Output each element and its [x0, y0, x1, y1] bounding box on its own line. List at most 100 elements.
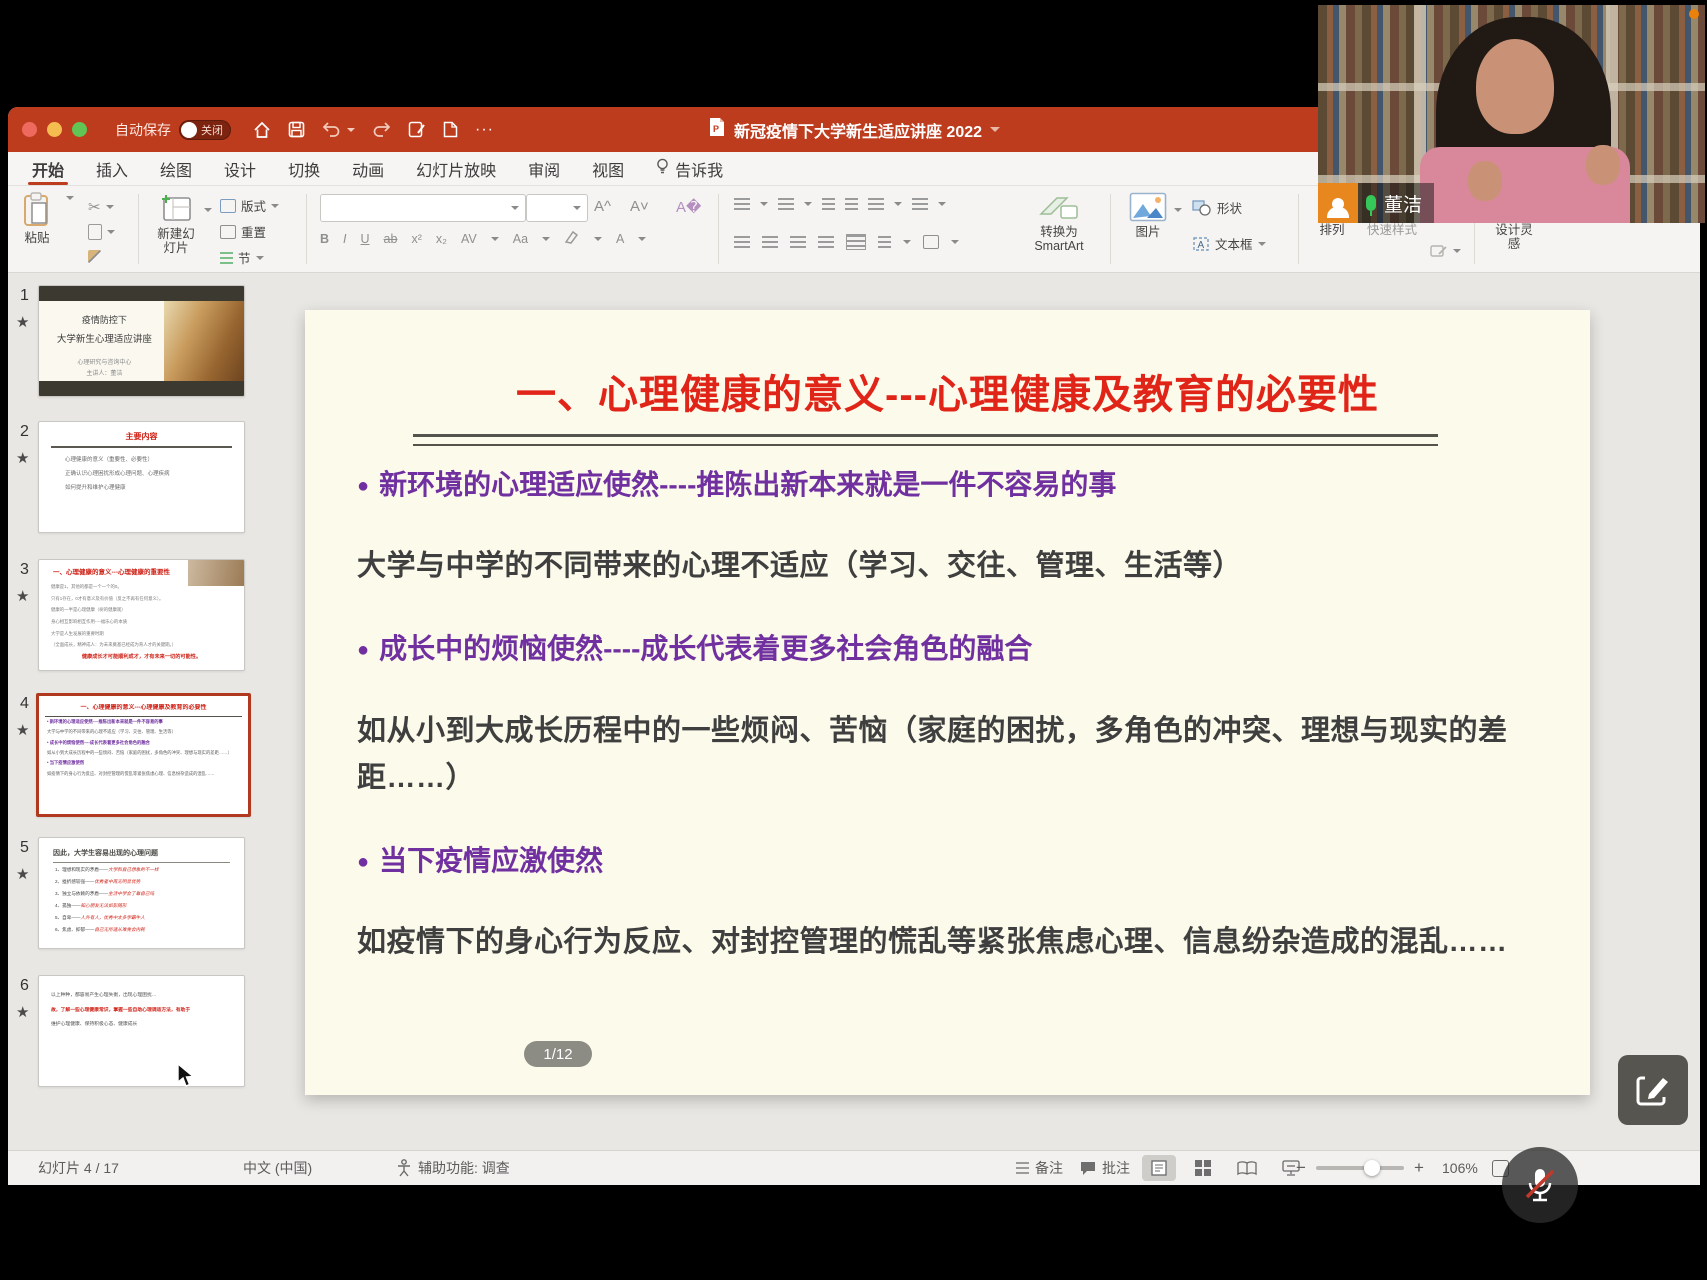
italic-button[interactable]: I	[343, 232, 346, 246]
slide-thumbnail-5[interactable]: 因此，大学生容易出现的心理问题1、理想和现实的矛盾——大学和自己想象的不一样2、…	[38, 837, 245, 949]
reset-button[interactable]: 重置	[220, 222, 266, 241]
ribbon-tab-1[interactable]: 插入	[80, 152, 144, 185]
ribbon-tab-3[interactable]: 设计	[208, 152, 272, 185]
font-size-combo[interactable]	[526, 194, 588, 222]
undo-menu-chevron-icon[interactable]	[347, 128, 355, 132]
ribbon-tab-7[interactable]: 审阅	[512, 152, 576, 185]
document-title[interactable]: 新冠疫情下大学新生适应讲座 2022	[734, 118, 982, 142]
new-document-icon[interactable]	[443, 121, 458, 138]
copy-button[interactable]	[88, 224, 115, 240]
autosave-label: 自动保存	[115, 120, 171, 140]
annotation-pen-button[interactable]	[1618, 1055, 1688, 1125]
zoom-slider[interactable]	[1316, 1166, 1404, 1170]
increase-indent-icon[interactable]	[845, 198, 858, 210]
ribbon-tab-9[interactable]: 告诉我	[640, 152, 739, 185]
font-color-button[interactable]: A	[616, 232, 624, 246]
ribbon-tab-5[interactable]: 动画	[336, 152, 400, 185]
bold-button[interactable]: B	[320, 232, 329, 246]
accessibility-status[interactable]: 辅助功能: 调查	[396, 1151, 510, 1185]
new-slide-button[interactable]: 新建幻灯片	[148, 192, 204, 256]
slide-counter: 幻灯片 4 / 17	[38, 1151, 119, 1185]
slide-thumbnail-4[interactable]: 一、心理健康的意义---心理健康及教育的必要性• 新环境的心理适应使然----推…	[36, 693, 251, 817]
textbox-button[interactable]: A 文本框	[1192, 234, 1266, 253]
notes-button[interactable]: 备注	[1016, 1151, 1063, 1185]
maximize-window-button[interactable]	[72, 122, 87, 137]
character-spacing-button[interactable]: AV	[461, 232, 477, 246]
layout-button[interactable]: 版式	[220, 196, 279, 215]
align-right-icon[interactable]	[790, 236, 806, 248]
ribbon-tab-6[interactable]: 幻灯片放映	[400, 152, 512, 185]
slide-thumbnail-1[interactable]: 疫情防控下大学新生心理适应讲座心理研究与咨询中心主讲人：董洁	[38, 285, 245, 397]
slide-thumbnail-2[interactable]: 主要内容心理健康的意义（重要性、必要性）正确认识心理困扰形成心理问题、心理疾病如…	[38, 421, 245, 533]
clear-formatting-button[interactable]: A�	[676, 198, 701, 216]
change-case-button[interactable]: Aa	[513, 232, 528, 246]
save-icon[interactable]	[288, 121, 305, 138]
more-commands-icon[interactable]: ···	[475, 121, 494, 139]
picture-chevron-icon[interactable]	[1174, 208, 1182, 212]
section-button[interactable]: 节	[220, 248, 264, 267]
align-left-icon[interactable]	[734, 236, 750, 248]
minimize-window-button[interactable]	[47, 122, 62, 137]
paste-button[interactable]: 粘贴	[22, 192, 52, 245]
format-background-icon[interactable]	[1430, 244, 1461, 258]
ribbon-tab-8[interactable]: 视图	[576, 152, 640, 185]
status-bar: 幻灯片 4 / 17 中文 (中国) 辅助功能: 调查 备注 批注 − +	[8, 1150, 1700, 1185]
pen-icon	[1633, 1070, 1673, 1110]
close-window-button[interactable]	[22, 122, 37, 137]
language-indicator[interactable]: 中文 (中国)	[243, 1151, 312, 1185]
align-text-icon[interactable]	[923, 235, 939, 249]
ribbon-tab-4[interactable]: 切换	[272, 152, 336, 185]
shrink-font-button[interactable]: A˅	[630, 198, 649, 215]
convert-to-smartart-button[interactable]: 转换为SmartArt	[1016, 192, 1102, 254]
microphone-muted-button[interactable]	[1502, 1147, 1578, 1223]
cut-button[interactable]: ✂	[88, 198, 114, 216]
autosave-toggle[interactable]: 关闭	[179, 120, 231, 140]
align-center-icon[interactable]	[762, 236, 778, 248]
slide-paragraph: 如从小到大成长历程中的一些烦闷、苦恼（家庭的困扰，多角色的冲突、理想与现实的差距…	[357, 708, 1547, 802]
screen: 自动保存 关闭 ··· P 新冠疫情下大学新生适应讲座 2022	[0, 0, 1707, 1280]
zoom-percentage[interactable]: 106%	[1442, 1151, 1478, 1185]
redo-icon[interactable]	[372, 121, 391, 138]
superscript-button[interactable]: x²	[411, 232, 421, 246]
font-name-combo[interactable]	[320, 194, 526, 222]
home-icon[interactable]	[253, 121, 271, 139]
text-direction-icon[interactable]	[878, 236, 891, 248]
undo-icon[interactable]	[322, 121, 341, 138]
slide-canvas[interactable]: 一、心理健康的意义---心理健康及教育的必要性 ●新环境的心理适应使然----推…	[305, 310, 1590, 1095]
grow-font-button[interactable]: A^	[594, 198, 611, 215]
webcam-video[interactable]: 董洁	[1318, 5, 1705, 223]
justify-icon[interactable]	[818, 236, 834, 248]
thumbnail-number: 4	[20, 695, 29, 713]
reading-view-button[interactable]	[1230, 1155, 1264, 1181]
slide-sorter-view-button[interactable]	[1186, 1155, 1220, 1181]
new-slide-chevron-icon[interactable]	[204, 208, 212, 212]
zoom-slider-knob[interactable]	[1364, 1160, 1380, 1176]
thumbnail-number: 2	[20, 423, 29, 441]
line-spacing-icon[interactable]	[868, 198, 884, 210]
ribbon-tab-2[interactable]: 绘图	[144, 152, 208, 185]
normal-view-button[interactable]	[1142, 1155, 1176, 1181]
shapes-button[interactable]: 形状	[1192, 198, 1242, 217]
align-menu-icon[interactable]	[912, 198, 928, 210]
comments-button[interactable]: 批注	[1080, 1151, 1130, 1185]
bullet-list-icon[interactable]	[734, 198, 750, 210]
decrease-indent-icon[interactable]	[822, 198, 835, 210]
tab-label: 插入	[96, 157, 128, 181]
tab-label: 告诉我	[675, 157, 723, 181]
underline-button[interactable]: U	[361, 232, 370, 246]
add-remove-columns-icon[interactable]	[846, 234, 866, 250]
paste-menu-chevron-icon[interactable]	[66, 196, 74, 200]
zoom-in-button[interactable]: +	[1414, 1158, 1424, 1178]
subscript-button[interactable]: x₂	[436, 232, 447, 246]
strikethrough-button[interactable]: ab	[384, 232, 398, 246]
slide-thumbnail-3[interactable]: 一、心理健康的意义---心理健康的重要性健康是1，其他的都是一个一个的0。只有1…	[38, 559, 245, 671]
picture-button[interactable]: 图片	[1122, 192, 1174, 239]
save-as-icon[interactable]	[408, 121, 426, 138]
format-painter-button[interactable]	[88, 250, 101, 263]
slide-thumbnail-6[interactable]: 以上种种，都容易产生心理失衡，出现心理困扰…故，了解一些心理健康常识，掌握一些自…	[38, 975, 245, 1087]
zoom-out-button[interactable]: −	[1296, 1158, 1306, 1178]
highlight-button[interactable]	[564, 230, 580, 247]
numbered-list-icon[interactable]	[778, 198, 794, 210]
title-menu-chevron-icon[interactable]	[990, 127, 1000, 132]
ribbon-tab-0[interactable]: 开始	[16, 152, 80, 185]
